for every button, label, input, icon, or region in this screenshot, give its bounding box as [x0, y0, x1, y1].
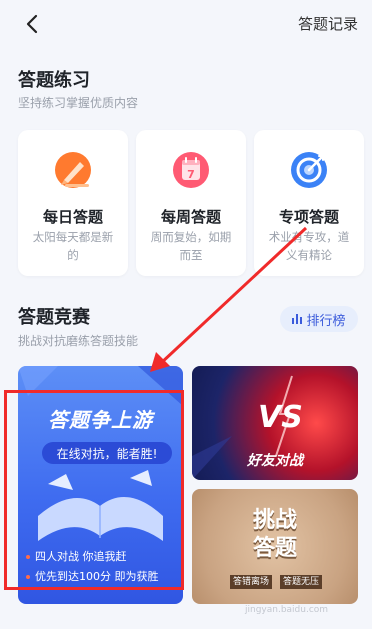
- rule-line: 优先到达100分 即为获胜: [26, 568, 159, 584]
- target-icon: [289, 150, 329, 190]
- upstream-contest-subtitle: 在线对抗，能者胜!: [42, 442, 172, 464]
- contest-section-title: 答题竞赛: [18, 307, 90, 328]
- challenge-tag: 答错离场: [230, 575, 273, 589]
- calendar-icon: 7: [171, 150, 211, 190]
- challenge-title: 挑战 答题: [252, 508, 297, 561]
- leaderboard-label: 排行榜: [306, 313, 346, 329]
- daily-quiz-title: 每日答题: [42, 208, 103, 226]
- top-bar: 答题记录: [0, 0, 372, 46]
- vs-label: VS: [258, 400, 303, 435]
- special-quiz-card[interactable]: 专项答题 术业有专攻，道义有精论: [254, 130, 364, 276]
- upstream-contest-banner[interactable]: 答题争上游 在线对抗，能者胜! 四人对战 你追我赶 优先到达100分 即为获胜: [18, 366, 183, 604]
- rule-line: 四人对战 你追我赶: [26, 548, 127, 564]
- svg-text:7: 7: [187, 168, 195, 181]
- weekly-quiz-desc: 周而复始，如期而至: [150, 230, 232, 262]
- weekly-quiz-title: 每周答题: [160, 208, 221, 226]
- daily-quiz-desc: 太阳每天都是新的: [32, 230, 114, 262]
- pencil-icon: [53, 150, 93, 190]
- special-quiz-title: 专项答题: [278, 208, 339, 226]
- answer-record-link[interactable]: 答题记录: [298, 13, 358, 34]
- challenge-banner[interactable]: 挑战 答题 答错离场 答题无压: [192, 489, 358, 604]
- contest-section-subtitle: 挑战对抗磨练答题技能: [18, 334, 139, 348]
- weekly-quiz-card[interactable]: 7 每周答题 周而复始，如期而至: [136, 130, 246, 276]
- special-quiz-desc: 术业有专攻，道义有精论: [268, 230, 350, 262]
- friend-battle-title: 好友对战: [247, 453, 303, 469]
- friend-battle-banner[interactable]: VS 好友对战: [192, 366, 358, 480]
- challenge-tag: 答题无压: [280, 575, 323, 589]
- daily-quiz-card[interactable]: 每日答题 太阳每天都是新的: [18, 130, 128, 276]
- practice-section-subtitle: 坚持练习掌握优质内容: [18, 96, 139, 110]
- bar-chart-icon: [292, 314, 303, 324]
- leaderboard-button[interactable]: 排行榜: [280, 306, 358, 332]
- watermark: jingyan.baidu.com: [245, 605, 329, 615]
- back-icon[interactable]: [18, 10, 46, 38]
- practice-section-title: 答题练习: [18, 70, 90, 91]
- upstream-contest-title: 答题争上游: [48, 408, 153, 432]
